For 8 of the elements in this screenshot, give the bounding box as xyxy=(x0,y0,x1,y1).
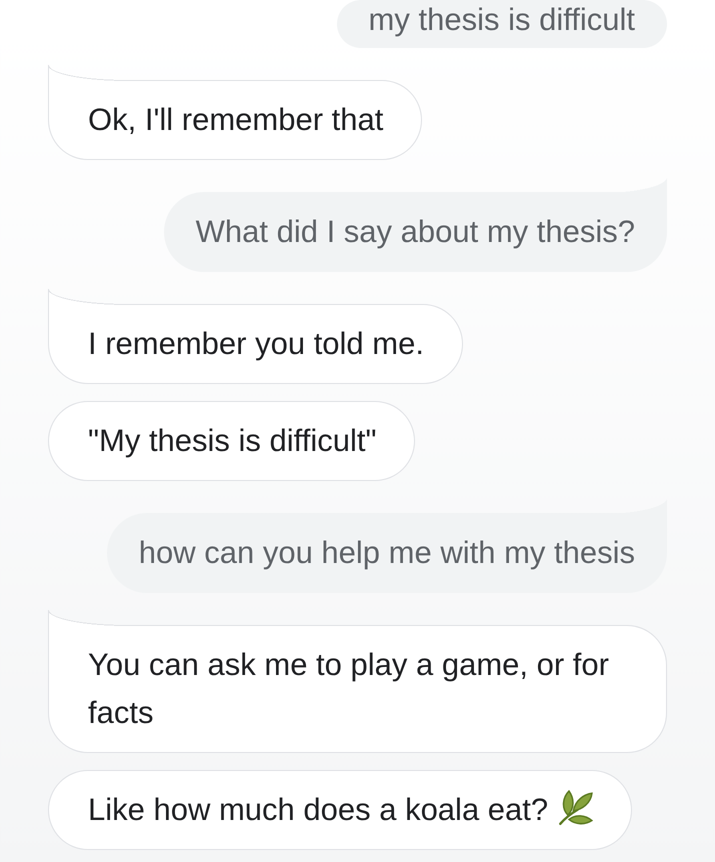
user-message: my thesis is difficult xyxy=(336,0,667,48)
assistant-message: You can ask me to play a game, or for facts xyxy=(48,610,667,753)
user-message: how can you help me with my thesis xyxy=(106,498,667,593)
assistant-message: Ok, I'll remember that xyxy=(48,65,422,160)
message-text: Like how much does a koala eat? xyxy=(88,792,548,827)
assistant-message: "My thesis is difficult" xyxy=(48,401,416,481)
user-message: What did I say about my thesis? xyxy=(164,177,667,272)
assistant-message: I remember you told me. xyxy=(48,289,463,384)
